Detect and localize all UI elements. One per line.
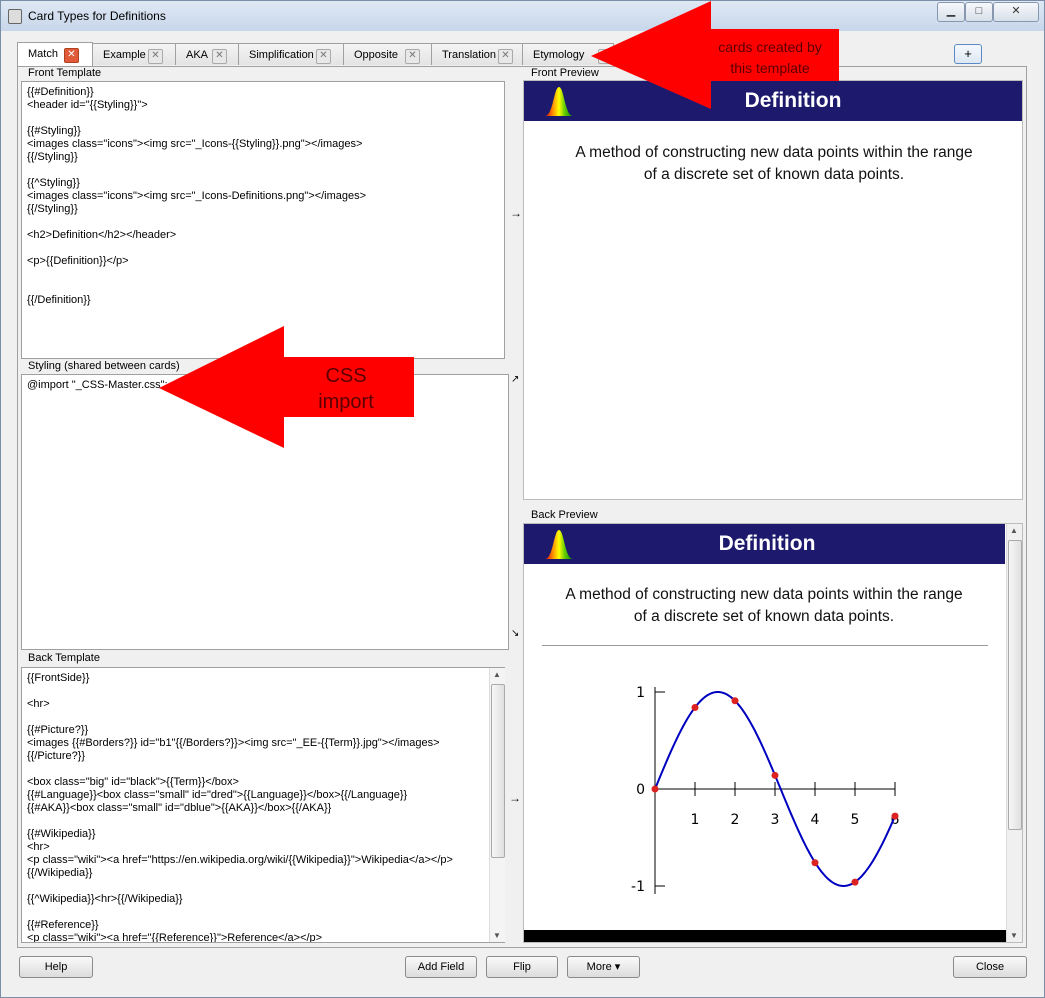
add-card-type-button[interactable]: + [954, 44, 982, 64]
title-bar: Card Types for Definitions ▁ □ ✕ [1, 1, 1044, 31]
front-template-editor[interactable]: {{#Definition}} <header id="{{Styling}}"… [21, 81, 505, 359]
scroll-down-icon[interactable]: ▼ [1010, 931, 1018, 940]
front-arrow-icon: → [510, 206, 522, 220]
front-template-label: Front Template [26, 67, 104, 79]
data-point [771, 771, 779, 779]
flip-button[interactable]: Flip [486, 956, 558, 978]
interpolation-chart: 1 2 3 4 5 610-1 [631, 685, 900, 895]
css-callout-text: CSS import [318, 365, 374, 413]
close-tab-icon[interactable]: ✕ [316, 49, 331, 64]
back-template-editor[interactable]: {{FrontSide}} <hr> {{#Picture?}} <images… [21, 667, 505, 943]
close-tab-icon[interactable]: ✕ [64, 48, 79, 63]
tab-match[interactable]: Match ✕ [17, 42, 93, 66]
close-button[interactable]: Close [953, 956, 1027, 978]
y-tick-label: -1 [631, 879, 645, 895]
data-point [891, 812, 899, 820]
close-tab-icon[interactable]: ✕ [405, 49, 420, 64]
scrollbar-thumb[interactable] [1008, 540, 1022, 830]
tab-example[interactable]: Example ✕ [92, 43, 176, 65]
maximize-button[interactable]: □ [965, 2, 993, 22]
tab-label: Translation [442, 49, 497, 61]
tab-label: Example [103, 49, 146, 61]
tab-label: Match [28, 48, 58, 60]
more-button[interactable]: More ▾ [567, 956, 640, 978]
card-types-window: Card Types for Definitions ▁ □ ✕ Match ✕… [0, 0, 1045, 998]
front-preview: Definition A method of constructing new … [523, 80, 1023, 500]
data-point [651, 785, 659, 793]
back-preview-label: Back Preview [529, 509, 600, 521]
back-preview-divider [542, 645, 988, 646]
scroll-up-icon[interactable]: ▲ [493, 670, 501, 679]
close-window-button[interactable]: ✕ [993, 2, 1039, 22]
definition-logo-icon [545, 87, 573, 116]
close-tab-icon[interactable]: ✕ [212, 49, 227, 64]
close-tab-icon[interactable]: ✕ [498, 49, 513, 64]
y-tick-label: 1 [636, 685, 645, 701]
tab-translation[interactable]: Translation ✕ [431, 43, 523, 65]
data-point [731, 697, 739, 705]
y-tick-label: 0 [636, 782, 645, 798]
tab-label: Opposite [354, 49, 399, 61]
back-preview-text: A method of constructing new data points… [565, 586, 963, 625]
cards-callout-text: cards created by this template [718, 39, 822, 76]
tab-aka[interactable]: AKA ✕ [175, 43, 239, 65]
front-preview-text: A method of constructing new data points… [575, 144, 973, 183]
data-point [851, 878, 859, 886]
scroll-up-icon[interactable]: ▲ [1010, 526, 1018, 535]
x-tick-label: 3 [771, 812, 780, 828]
minimize-button[interactable]: ▁ [937, 2, 965, 22]
tab-label: Simplification [249, 49, 314, 61]
scroll-down-icon[interactable]: ▼ [493, 931, 501, 940]
back-preview-header: Definition [524, 524, 1005, 564]
data-point [811, 859, 819, 867]
scrollbar-thumb[interactable] [491, 684, 505, 858]
x-tick-label: 1 [691, 812, 700, 828]
back-preview-scrollbar[interactable]: ▲ ▼ [1006, 524, 1022, 942]
close-tab-icon[interactable]: ✕ [148, 49, 163, 64]
definition-logo-icon [545, 530, 573, 559]
back-preview-footer-bar [524, 930, 1006, 942]
back-template-label: Back Template [26, 652, 102, 664]
styling-down-arrow-icon: ↘ [511, 628, 520, 639]
tab-label: AKA [186, 49, 209, 61]
data-point [691, 704, 699, 712]
styling-up-arrow-icon: ↗ [511, 374, 520, 385]
window-title: Card Types for Definitions [28, 9, 166, 23]
back-arrow-icon: → [509, 791, 521, 805]
app-icon [8, 9, 22, 24]
back-preview: Definition A method of constructing new … [523, 523, 1023, 943]
help-button[interactable]: Help [19, 956, 93, 978]
tab-label: Etymology [533, 49, 585, 61]
back-preview-heading: Definition [718, 532, 816, 555]
tab-simplification[interactable]: Simplification ✕ [238, 43, 344, 65]
add-field-button[interactable]: Add Field [405, 956, 477, 978]
back-template-scrollbar[interactable]: ▲ ▼ [489, 668, 505, 942]
x-tick-label: 5 [851, 812, 860, 828]
x-tick-label: 2 [731, 812, 740, 828]
tab-opposite[interactable]: Opposite ✕ [343, 43, 432, 65]
x-tick-label: 4 [811, 812, 820, 828]
